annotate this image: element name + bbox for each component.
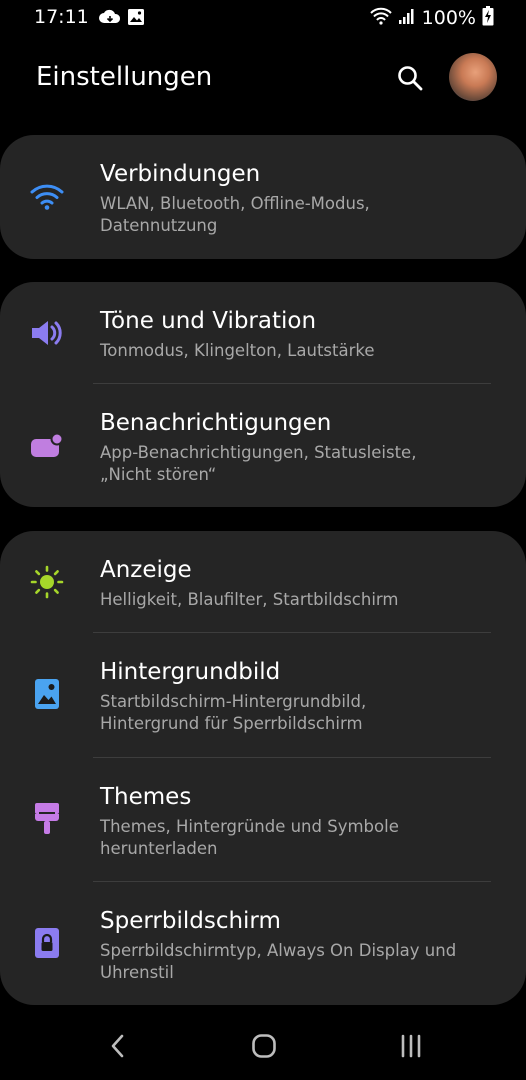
- item-subtitle-line: Sperrbildschirmtyp, Always On Display un…: [100, 941, 457, 960]
- signal-icon: [398, 7, 416, 29]
- item-subtitle: Helligkeit, Blaufilter, Startbildschirm: [100, 589, 490, 611]
- settings-group-connections: Verbindungen WLAN, Bluetooth, Offline-Mo…: [0, 135, 526, 259]
- home-icon: [252, 1034, 276, 1058]
- item-subtitle-line: herunterladen: [100, 839, 218, 858]
- item-subtitle-line: Hintergrund für Sperrbildschirm: [100, 714, 363, 733]
- item-subtitle-line: Tonmodus, Klingelton, Lautstärke: [100, 341, 375, 360]
- battery-percentage: 100%: [421, 7, 476, 29]
- search-button[interactable]: [392, 60, 428, 96]
- page-title: Einstellungen: [36, 62, 213, 92]
- item-title: Themes: [100, 784, 192, 810]
- item-subtitle: WLAN, Bluetooth, Offline-Modus, Datennut…: [100, 193, 490, 237]
- item-subtitle: Sperrbildschirmtyp, Always On Display un…: [100, 940, 490, 984]
- status-time: 17:11: [34, 6, 89, 28]
- item-subtitle: Startbildschirm-Hintergrundbild, Hinterg…: [100, 691, 490, 735]
- settings-item-anzeige[interactable]: Anzeige Helligkeit, Blaufilter, Startbil…: [0, 531, 526, 632]
- navigation-bar: [0, 1010, 526, 1080]
- battery-charging-icon: [482, 6, 494, 30]
- settings-item-themes[interactable]: Themes Themes, Hintergründe und Symbole …: [0, 758, 526, 881]
- wallpaper-icon: [30, 677, 64, 711]
- item-subtitle-line: Startbildschirm-Hintergrundbild,: [100, 692, 367, 711]
- settings-item-hintergrundbild[interactable]: Hintergrundbild Startbildschirm-Hintergr…: [0, 633, 526, 757]
- image-icon: [127, 8, 145, 30]
- profile-avatar[interactable]: [449, 53, 497, 101]
- recents-button[interactable]: [391, 1026, 431, 1066]
- item-title: Sperrbildschirm: [100, 908, 281, 934]
- lock-icon: [30, 926, 64, 960]
- settings-group-display: Anzeige Helligkeit, Blaufilter, Startbil…: [0, 531, 526, 1005]
- item-title: Anzeige: [100, 557, 192, 583]
- item-subtitle-line: App-Benachrichtigungen, Statusleiste,: [100, 443, 417, 462]
- item-title: Benachrichtigungen: [100, 410, 332, 436]
- cloud-sync-icon: [99, 8, 121, 30]
- item-title: Töne und Vibration: [100, 308, 317, 334]
- wifi-icon: [30, 180, 64, 214]
- item-subtitle: Tonmodus, Klingelton, Lautstärke: [100, 340, 490, 362]
- settings-group-sounds-notifications: Töne und Vibration Tonmodus, Klingelton,…: [0, 282, 526, 507]
- item-subtitle: App-Benachrichtigungen, Statusleiste, „N…: [100, 442, 490, 486]
- notification-icons: [99, 8, 145, 30]
- settings-screen: 17:11 100% Einstellungen Verbindungen WL…: [0, 0, 526, 1080]
- item-subtitle-line: Datennutzung: [100, 216, 218, 235]
- back-icon: [111, 1034, 124, 1058]
- status-right: 100%: [369, 6, 494, 30]
- item-subtitle-line: WLAN, Bluetooth, Offline-Modus,: [100, 194, 370, 213]
- wifi-status-icon: [369, 7, 392, 29]
- item-subtitle-line: Helligkeit, Blaufilter, Startbildschirm: [100, 590, 399, 609]
- item-subtitle-line: „Nicht stören“: [100, 465, 217, 484]
- item-title: Hintergrundbild: [100, 659, 281, 685]
- status-bar: 17:11 100%: [0, 0, 526, 36]
- search-icon: [398, 66, 423, 91]
- settings-item-benachrichtigungen[interactable]: Benachrichtigungen App-Benachrichtigunge…: [0, 384, 526, 507]
- settings-item-toene-vibration[interactable]: Töne und Vibration Tonmodus, Klingelton,…: [0, 282, 526, 383]
- paintbrush-icon: [30, 802, 64, 836]
- home-button[interactable]: [244, 1026, 284, 1066]
- item-subtitle-line: Themes, Hintergründe und Symbole: [100, 817, 399, 836]
- item-subtitle: Themes, Hintergründe und Symbole herunte…: [100, 816, 490, 860]
- brightness-icon: [30, 565, 64, 599]
- item-title: Verbindungen: [100, 161, 261, 187]
- app-header: Einstellungen: [0, 40, 526, 116]
- back-button[interactable]: [98, 1026, 138, 1066]
- volume-icon: [30, 316, 64, 350]
- recents-icon: [401, 1034, 421, 1058]
- settings-item-sperrbildschirm[interactable]: Sperrbildschirm Sperrbildschirmtyp, Alwa…: [0, 882, 526, 1005]
- item-subtitle-line: Uhrenstil: [100, 963, 174, 982]
- settings-item-verbindungen[interactable]: Verbindungen WLAN, Bluetooth, Offline-Mo…: [0, 135, 526, 259]
- notifications-icon: [30, 429, 64, 463]
